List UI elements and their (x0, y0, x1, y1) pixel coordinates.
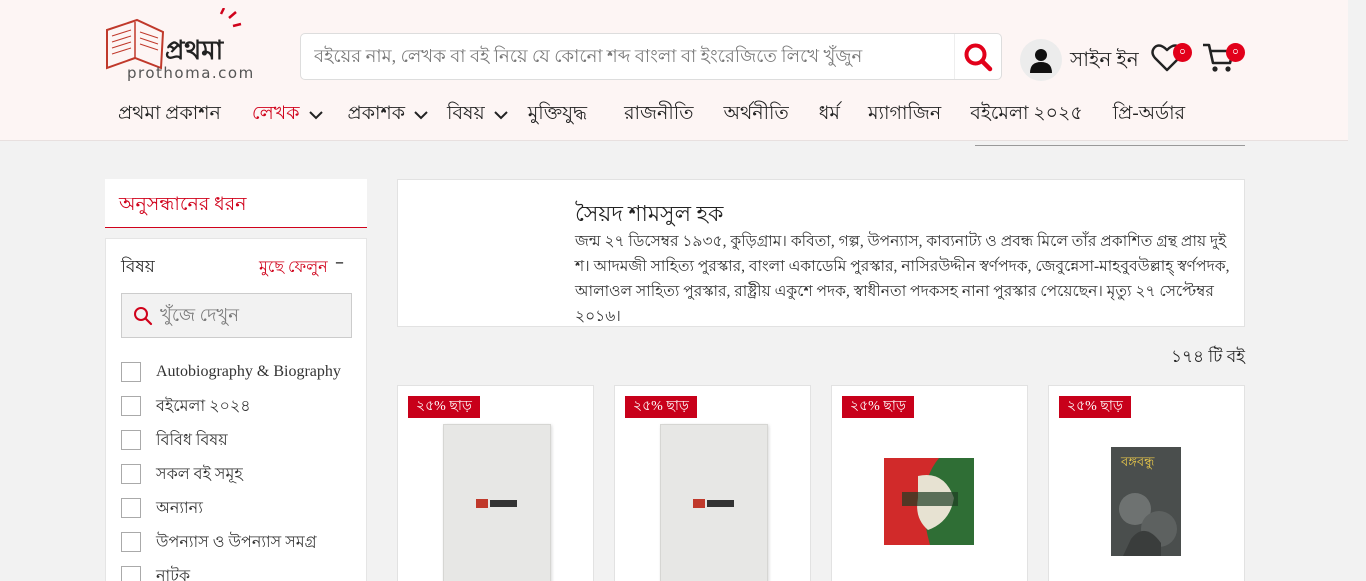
category-label: বইমেলা ২০২৪ (156, 397, 251, 415)
book-cover[interactable]: বঙ্গবন্ধু (1111, 447, 1181, 556)
nav-book-fair-2025[interactable]: বইমেলা ২০২৫ (970, 99, 1082, 131)
nav-religion[interactable]: ধর্ম (819, 99, 840, 131)
product-card[interactable]: ২৫% ছাড় বঙ্গবন্ধু (1048, 385, 1245, 581)
search-type-panel: অনুসন্ধানের ধরন (105, 179, 367, 228)
nav-subjects[interactable]: বিষয় (447, 99, 508, 131)
main-nav: প্রথমা প্রকাশন লেখক প্রকাশক বিষয় মুক্তি… (118, 100, 1185, 130)
nav-subjects-label: বিষয় (447, 103, 485, 124)
checkbox[interactable] (121, 430, 141, 450)
book-cover[interactable] (884, 458, 974, 545)
publisher-logo-icon (693, 499, 734, 508)
filter-search-input[interactable] (160, 294, 350, 337)
checkbox[interactable] (121, 566, 141, 581)
discount-badge: ২৫% ছাড় (1059, 396, 1131, 418)
category-label: Autobiography & Biography (156, 363, 341, 380)
nav-publishers[interactable]: প্রকাশক (348, 99, 429, 131)
publisher-logo-icon (476, 499, 517, 508)
filter-heading: বিষয় (121, 257, 155, 276)
category-item[interactable]: অন্যান্য (121, 491, 341, 525)
nav-politics[interactable]: রাজনীতি (624, 99, 693, 131)
category-label: বিবিধ বিষয় (156, 431, 228, 449)
discount-badge: ২৫% ছাড় (625, 396, 697, 418)
category-label: সকল বই সমূহ (156, 465, 243, 483)
discount-badge: ২৫% ছাড় (408, 396, 480, 418)
chevron-down-icon (494, 110, 508, 120)
logo-domain: prothoma.com (127, 64, 255, 82)
wishlist-count-badge: ০ (1173, 43, 1192, 62)
product-card[interactable]: ২৫% ছাড় (614, 385, 811, 581)
category-item[interactable]: সকল বই সমূহ (121, 457, 341, 491)
site-logo[interactable]: প্রথমা prothoma.com (103, 7, 275, 86)
checkbox[interactable] (121, 532, 141, 552)
wishlist-button[interactable]: ০ (1151, 41, 1192, 75)
nav-writers[interactable]: লেখক (252, 99, 323, 131)
category-item[interactable]: উপন্যাস ও উপন্যাস সমগ্র (121, 525, 341, 559)
category-label: নাটক (156, 567, 191, 581)
nav-economics[interactable]: অর্থনীতি (724, 99, 789, 131)
book-cover[interactable] (660, 424, 768, 581)
category-item[interactable]: বইমেলা ২০২৪ (121, 389, 341, 423)
signin-link[interactable]: সাইন ইন (1070, 45, 1139, 78)
author-info: সৈয়দ শামসুল হক জন্ম ২৭ ডিসেম্বর ১৯৩৫, ক… (397, 179, 1245, 327)
discount-badge: ২৫% ছাড় (842, 396, 914, 418)
nav-liberation-war[interactable]: মুক্তিযুদ্ধ (528, 99, 587, 131)
nav-magazine[interactable]: ম্যাগাজিন (868, 99, 941, 131)
cover-art-icon (884, 458, 974, 545)
site-header: প্রথমা prothoma.com সাইন ইন ০ ০ (0, 0, 1348, 141)
category-item[interactable]: Autobiography & Biography (121, 355, 341, 389)
book-cover[interactable] (443, 424, 551, 581)
nav-writers-label: লেখক (251, 103, 300, 124)
category-item[interactable]: নাটক (121, 559, 341, 581)
nav-publishers-label: প্রকাশক (347, 103, 406, 124)
user-avatar[interactable] (1020, 39, 1062, 81)
category-label: অন্যান্য (156, 499, 203, 517)
cart-button[interactable]: ০ (1202, 41, 1246, 75)
checkbox[interactable] (121, 362, 141, 382)
product-card[interactable]: ২৫% ছাড় (397, 385, 594, 581)
sort-dropdown-edge[interactable] (975, 142, 1245, 146)
search-icon (964, 43, 993, 71)
main-search-input[interactable] (301, 34, 951, 79)
cover-title: বঙ্গবন্ধু (1121, 454, 1155, 469)
checkbox[interactable] (121, 464, 141, 484)
category-list: Autobiography & Biography বইমেলা ২০২৪ বি… (121, 355, 341, 581)
main-search (300, 33, 1002, 80)
cart-count-badge: ০ (1226, 43, 1245, 62)
subject-filter: বিষয় মুছে ফেলুন – Autobiography & Biogr… (105, 238, 367, 581)
checkbox[interactable] (121, 396, 141, 416)
category-label: উপন্যাস ও উপন্যাস সমগ্র (156, 533, 317, 551)
search-type-title: অনুসন্ধানের ধরন (119, 194, 247, 215)
category-item[interactable]: বিবিধ বিষয় (121, 423, 341, 457)
nav-pre-order[interactable]: প্রি-অর্ডার (1113, 99, 1185, 131)
checkbox[interactable] (121, 498, 141, 518)
clear-filter-link[interactable]: মুছে ফেলুন (259, 254, 328, 281)
user-icon (1030, 49, 1052, 73)
search-button[interactable] (954, 34, 1001, 79)
nav-prothoma-publication[interactable]: প্রথমা প্রকাশন (118, 99, 221, 131)
author-bio: জন্ম ২৭ ডিসেম্বর ১৯৩৫, কুড়িগ্রাম। কবিতা… (575, 233, 1230, 325)
product-card[interactable]: ২৫% ছাড় (831, 385, 1028, 581)
search-icon (133, 306, 153, 331)
filter-search (121, 293, 352, 338)
result-count: ১৭৪ টি বই (1170, 347, 1245, 366)
chevron-down-icon (414, 110, 428, 120)
chevron-down-icon (308, 110, 323, 120)
collapse-icon[interactable]: – (335, 252, 344, 273)
